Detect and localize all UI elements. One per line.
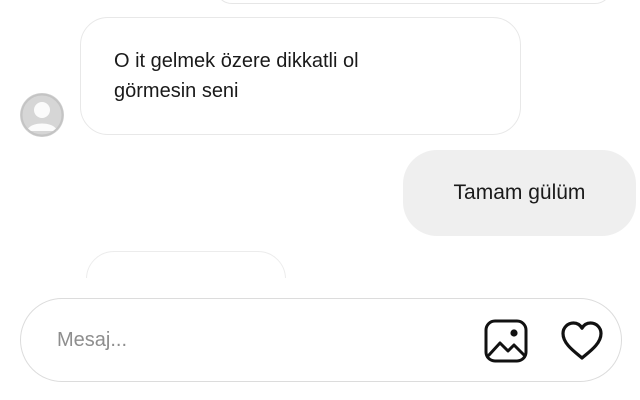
gallery-icon: [484, 319, 528, 363]
message-text-line: görmesin seni: [114, 80, 239, 102]
outgoing-message-bubble[interactable]: Tamam gülüm: [403, 150, 636, 236]
chat-screen: O it gelmek özere dikkatli ol görmesin s…: [0, 0, 640, 400]
message-input[interactable]: [57, 321, 457, 359]
message-bubble-partial: [215, 0, 612, 4]
default-profile-icon: [20, 93, 64, 137]
message-composer: [20, 298, 622, 382]
sender-avatar[interactable]: [20, 93, 64, 137]
incoming-message-bubble[interactable]: O it gelmek özere dikkatli ol görmesin s…: [80, 17, 521, 135]
message-text: Tamam gülüm: [453, 181, 586, 204]
message-text-line: O it gelmek özere dikkatli ol: [114, 50, 359, 72]
heart-icon: [561, 321, 603, 360]
like-button[interactable]: [559, 318, 605, 364]
gallery-button[interactable]: [483, 318, 529, 364]
